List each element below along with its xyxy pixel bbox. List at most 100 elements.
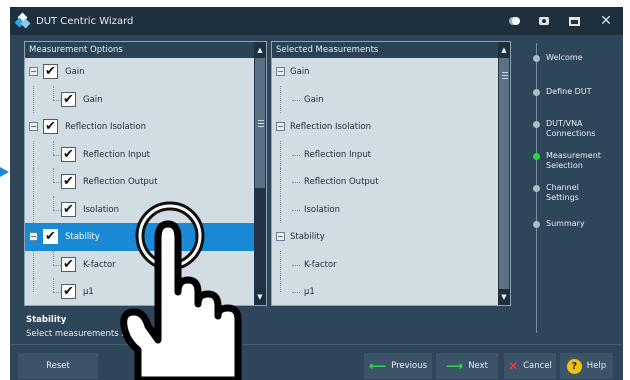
arrow-right-icon: ⟶ <box>445 359 464 373</box>
reset-label: Reset <box>46 361 70 371</box>
list-item[interactable]: − ✔ Gain <box>25 58 266 86</box>
selected-measurements-header: Selected Measurements <box>272 42 510 58</box>
item-label-reflection-output: Reflection Output <box>83 177 158 187</box>
item-label-stability: Stability <box>290 232 325 242</box>
item-label-1: μ1 <box>304 287 315 297</box>
stage: DUT Centric Wizard ✕ Measurement Options… <box>0 0 630 380</box>
step-dot-icon <box>533 185 540 192</box>
list-item[interactable]: − Gain <box>272 58 510 86</box>
selected-scrollbar[interactable]: ▲ ▼ <box>498 42 510 305</box>
button-bar: Reset ⟵ Previous ⟶ Next ✕ Cancel ? Help <box>10 344 623 380</box>
screenshot-button[interactable] <box>529 7 559 35</box>
item-label-k-factor: K-factor <box>83 259 116 270</box>
tree-line <box>292 264 300 266</box>
toggle-icon <box>509 17 520 25</box>
list-item[interactable]: Isolation <box>272 195 510 223</box>
tree-line <box>53 250 54 265</box>
scroll-thumb[interactable] <box>255 58 265 188</box>
tree-line <box>292 154 300 156</box>
step-label: Channel Settings <box>546 183 579 202</box>
close-icon: ✕ <box>508 359 519 373</box>
list-item[interactable]: ✔ Reflection Output <box>25 168 266 196</box>
item-label-k-factor: K-factor <box>304 259 337 270</box>
tree-line <box>33 168 34 196</box>
cancel-button[interactable]: ✕ Cancel <box>504 353 556 379</box>
item-label-gain: Gain <box>65 67 85 77</box>
help-icon: ? <box>566 358 582 374</box>
item-label-reflection-isolation: Reflection Isolation <box>65 122 146 132</box>
pointer-arrow-indicator <box>0 167 9 177</box>
checkbox[interactable]: ✔ <box>43 229 58 244</box>
close-button[interactable]: ✕ <box>589 7 623 35</box>
tree-line <box>292 209 300 211</box>
tree-line <box>53 292 61 293</box>
scroll-up-icon[interactable]: ▲ <box>498 42 510 58</box>
help-button[interactable]: ? Help <box>560 353 613 379</box>
camera-icon <box>539 17 549 25</box>
item-label-isolation: Isolation <box>83 204 119 215</box>
list-item[interactable]: Gain <box>272 85 510 113</box>
checkbox[interactable]: ✔ <box>61 284 76 299</box>
checkbox[interactable]: ✔ <box>43 64 58 79</box>
list-item[interactable]: ✔ Reflection Input <box>25 140 266 168</box>
item-label-isolation: Isolation <box>304 204 340 215</box>
step-dot-icon <box>533 55 540 62</box>
item-label-reflection-output: Reflection Output <box>304 177 379 187</box>
maximize-button[interactable] <box>559 7 589 35</box>
item-label-reflection-input: Reflection Input <box>83 149 151 160</box>
list-item[interactable]: μ1 <box>272 278 510 305</box>
tree-line <box>280 168 281 196</box>
selected-measurements-panel: Selected Measurements − Gain Gain − Reflecti… <box>271 41 511 306</box>
cancel-label: Cancel <box>523 361 552 371</box>
tree-line <box>292 182 300 183</box>
next-button[interactable]: ⟶ Next <box>436 353 498 379</box>
tree-line <box>53 85 54 100</box>
checkbox[interactable]: ✔ <box>61 91 76 107</box>
checkbox[interactable]: ✔ <box>61 146 76 162</box>
item-label-gain: Gain <box>304 94 324 105</box>
list-item[interactable]: ✔ Gain <box>25 85 266 113</box>
checkbox[interactable]: ✔ <box>61 256 76 272</box>
list-item[interactable]: K-factor <box>272 250 510 278</box>
list-item[interactable]: − ✔ Reflection Isolation <box>25 113 266 141</box>
maximize-icon <box>568 16 580 26</box>
measurement-options-header: Measurement Options <box>25 42 266 58</box>
checkbox[interactable]: ✔ <box>61 174 76 189</box>
scroll-up-icon[interactable]: ▲ <box>254 42 266 58</box>
status-title: Stability <box>26 315 67 325</box>
collapse-icon[interactable]: − <box>29 232 38 241</box>
checkbox[interactable]: ✔ <box>43 119 58 134</box>
previous-button[interactable]: ⟵ Previous <box>364 353 432 379</box>
app-logo-icon <box>14 12 31 29</box>
tree-line <box>53 264 61 266</box>
step-dot-icon <box>533 153 540 160</box>
item-label-reflection-input: Reflection Input <box>304 149 372 160</box>
list-item[interactable]: Reflection Output <box>272 168 510 196</box>
tree-line <box>280 195 281 223</box>
tree-line <box>33 85 34 113</box>
tree-line <box>53 182 61 183</box>
scroll-down-icon[interactable]: ▼ <box>498 289 510 305</box>
collapse-icon[interactable]: − <box>276 67 285 76</box>
tree-line <box>280 278 281 292</box>
title-bar: DUT Centric Wizard ✕ <box>10 7 623 35</box>
item-label-1: μ1 <box>83 287 94 297</box>
scroll-thumb[interactable] <box>499 58 509 298</box>
collapse-icon[interactable]: − <box>276 122 285 131</box>
collapse-icon[interactable]: − <box>29 67 38 76</box>
reset-button[interactable]: Reset <box>18 353 98 379</box>
step-label: Summary <box>546 219 585 228</box>
step-label: Measurement Selection <box>546 151 601 170</box>
list-item[interactable]: − Reflection Isolation <box>272 113 510 141</box>
list-item[interactable]: − Stability <box>272 223 510 251</box>
display-toggle-button[interactable] <box>499 7 529 35</box>
tree-line <box>33 278 34 292</box>
item-label-gain: Gain <box>83 94 103 105</box>
item-label-stability: Stability <box>65 232 100 242</box>
list-item[interactable]: Reflection Input <box>272 140 510 168</box>
collapse-icon[interactable]: − <box>29 122 38 131</box>
selected-measurements-list: − Gain Gain − Reflection Isolation Reflection… <box>272 58 510 305</box>
window-title: DUT Centric Wizard <box>36 15 134 27</box>
previous-label: Previous <box>391 361 428 371</box>
checkbox[interactable]: ✔ <box>61 201 76 217</box>
